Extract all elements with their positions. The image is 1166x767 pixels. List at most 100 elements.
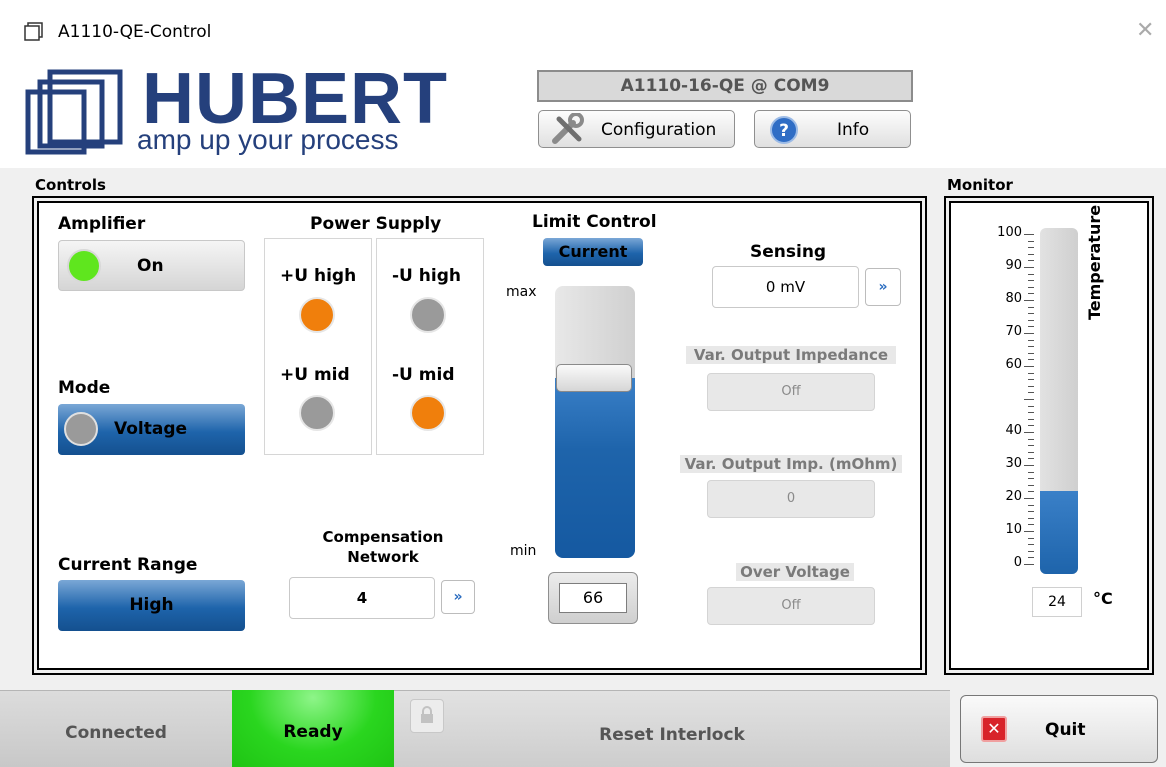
compensation-network-select[interactable]: 4 (289, 577, 435, 619)
connected-status: Connected (0, 690, 232, 767)
temperature-tick-mark (1028, 517, 1034, 519)
reset-interlock-button[interactable]: Reset Interlock (394, 690, 950, 767)
amplifier-state-label: On (137, 256, 164, 276)
tools-icon (552, 113, 584, 144)
power-supply-label: Power Supply (310, 214, 442, 234)
amplifier-toggle-button[interactable]: On (58, 240, 245, 291)
temperature-tick-label: 100 (997, 225, 1022, 240)
temperature-tick-mark (1028, 405, 1034, 407)
current-range-label: Current Range (58, 555, 198, 575)
sensing-dropdown-chevron-icon[interactable]: » (865, 268, 901, 306)
compensation-network-label: Compensation Network (322, 528, 444, 566)
connected-status-label: Connected (65, 723, 167, 743)
configuration-button[interactable]: Configuration (538, 110, 735, 148)
var-output-impedance-toggle[interactable]: Off (707, 373, 875, 411)
u-mid-plus-led (299, 395, 335, 431)
sensing-select[interactable]: 0 mV (712, 266, 859, 308)
temperature-tick-mark (1024, 267, 1034, 268)
temperature-tick-mark (1028, 319, 1034, 321)
u-high-plus-led (299, 297, 335, 333)
limit-control-slider[interactable] (555, 286, 635, 558)
current-range-button[interactable]: High (58, 580, 245, 631)
mode-status-led (64, 412, 98, 446)
temperature-tick-label: 60 (1005, 357, 1022, 372)
quit-x-icon: ✕ (981, 716, 1007, 742)
temperature-tick-label: 90 (1005, 258, 1022, 273)
info-label: Info (837, 120, 870, 140)
info-button[interactable]: ? Info (754, 110, 911, 148)
mode-toggle-button[interactable]: Voltage (58, 404, 245, 455)
temperature-tick-mark (1028, 412, 1034, 414)
temperature-tick-mark (1024, 465, 1034, 466)
limit-control-mode: Current (558, 242, 628, 261)
temperature-tick-mark (1028, 392, 1034, 394)
temperature-tick-mark (1028, 313, 1034, 315)
temperature-tick-mark (1028, 550, 1034, 552)
temperature-tick-mark (1028, 458, 1034, 460)
configuration-label: Configuration (601, 120, 717, 140)
temperature-tick-mark (1028, 253, 1034, 255)
temperature-tick-mark (1028, 471, 1034, 473)
temperature-tick-mark (1028, 293, 1034, 295)
temperature-tick-mark (1024, 300, 1034, 301)
window-app-icon (24, 22, 43, 41)
temperature-tick-mark (1024, 234, 1034, 235)
limit-control-slider-fill (555, 378, 635, 558)
u-high-minus-led (410, 297, 446, 333)
limit-control-slider-thumb[interactable] (556, 364, 632, 392)
controls-section-label: Controls (35, 176, 106, 194)
temperature-tick-mark (1028, 511, 1034, 513)
reset-interlock-label: Reset Interlock (599, 725, 745, 745)
temperature-tick-label: 40 (1005, 423, 1022, 438)
temperature-tick-mark (1028, 306, 1034, 308)
temperature-tick-mark (1028, 484, 1034, 486)
window-title: A1110-QE-Control (58, 22, 212, 42)
over-voltage-toggle[interactable]: Off (707, 587, 875, 625)
limit-max-label: max (506, 284, 537, 300)
temperature-tick-label: 20 (1005, 489, 1022, 504)
title-bar: A1110-QE-Control ✕ (0, 0, 1166, 62)
temperature-tick-mark (1028, 425, 1034, 427)
device-display: A1110-16-QE @ COM9 (537, 70, 913, 102)
var-output-imp-mohm-label: Var. Output Imp. (mOhm) (680, 455, 902, 473)
temperature-tick-mark (1024, 399, 1034, 400)
u-mid-plus-label: +U mid (280, 365, 350, 385)
limit-control-value-input[interactable]: 66 (559, 583, 627, 613)
temperature-tick-mark (1028, 372, 1034, 374)
ready-status: Ready (232, 690, 394, 767)
temperature-tick-mark (1028, 544, 1034, 546)
temperature-tick-mark (1028, 346, 1034, 348)
limit-min-label: min (510, 543, 537, 559)
compensation-dropdown-chevron-icon[interactable]: » (441, 580, 475, 614)
close-icon[interactable]: ✕ (1136, 18, 1154, 43)
svg-text:?: ? (779, 121, 789, 141)
temperature-tick-mark (1028, 524, 1034, 526)
temperature-tick-mark (1028, 504, 1034, 506)
temperature-tick-mark (1028, 537, 1034, 539)
over-voltage-label: Over Voltage (736, 563, 854, 581)
var-output-imp-mohm-input[interactable]: 0 (707, 480, 875, 518)
temperature-gauge (1040, 228, 1078, 574)
temperature-tick-mark (1028, 557, 1034, 559)
temperature-tick-mark (1028, 438, 1034, 440)
u-mid-minus-label: -U mid (392, 365, 455, 385)
temperature-gauge-fill (1040, 491, 1078, 574)
temperature-tick-mark (1024, 432, 1034, 433)
temperature-tick-label: 70 (1005, 324, 1022, 339)
temperature-tick-mark (1028, 385, 1034, 387)
u-high-minus-label: -U high (392, 266, 461, 286)
limit-control-mode-button[interactable]: Current (543, 238, 643, 266)
limit-control-value-frame: 66 (548, 572, 638, 624)
temperature-tick-label: 10 (1005, 522, 1022, 537)
temperature-tick-mark (1028, 240, 1034, 242)
temperature-tick-mark (1028, 379, 1034, 381)
ready-status-label: Ready (283, 722, 343, 742)
current-range-value: High (129, 595, 174, 615)
amplifier-status-led (67, 249, 101, 283)
temperature-tick-mark (1028, 286, 1034, 288)
temperature-tick-mark (1024, 498, 1034, 499)
temperature-value: 24 (1032, 587, 1082, 617)
quit-button[interactable]: ✕ Quit (960, 695, 1158, 763)
temperature-tick-mark (1028, 451, 1034, 453)
sensing-label: Sensing (750, 242, 827, 262)
